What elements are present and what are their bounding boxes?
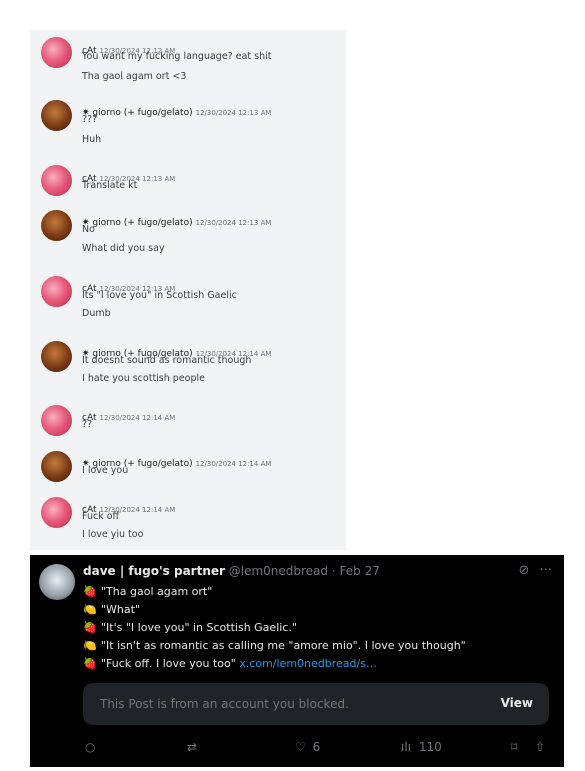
like-count: 6 (312, 740, 321, 754)
message-text: Fuck off (82, 511, 120, 522)
avatar[interactable] (41, 37, 72, 68)
post-date[interactable]: Feb 27 (340, 564, 380, 578)
blocked-notice-text: This Post is from an account you blocked… (100, 697, 349, 711)
avatar[interactable] (41, 405, 72, 436)
tweet-text-line: 🍓 "Fuck off. I love you too" x.com/lem0ne… (83, 657, 377, 670)
avatar[interactable] (41, 276, 72, 307)
message-text: ?? (82, 419, 93, 430)
avatar[interactable] (41, 341, 72, 372)
bookmark-icon[interactable]: ⌑ (511, 740, 517, 754)
display-name[interactable]: dave | fugo's partner (83, 564, 225, 578)
discord-chat-panel: cAt 12/30/2024 12:12 AM You want my fucki… (30, 30, 346, 550)
separator: · (331, 564, 336, 578)
message-text: I love yiu too (82, 529, 144, 540)
message-text: Translate kt (82, 180, 138, 191)
message-text: You want my fucking language? eat shit (82, 51, 272, 62)
handle[interactable]: @lem0nedbread (229, 564, 328, 578)
strawberry-icon: 🍓 (83, 621, 97, 634)
view-count: 110 (418, 740, 442, 754)
message-text: It doesnt sound as romantic though (82, 355, 252, 366)
avatar[interactable] (41, 451, 72, 482)
message-text: I hate you scottish people (82, 373, 205, 384)
repost-icon[interactable]: ⇄ (187, 740, 197, 754)
message-text: I love you (82, 465, 129, 476)
more-icon[interactable]: ··· (540, 563, 552, 578)
lemon-icon: 🍋 (83, 603, 97, 616)
message-text: Huh (82, 134, 102, 145)
views-button[interactable]: ılı 110 (401, 740, 442, 754)
blocked-post-notice: This Post is from an account you blocked… (83, 683, 549, 725)
timestamp: 12/30/2024 12:14 AM (99, 414, 176, 422)
strawberry-icon: 🍓 (83, 657, 97, 670)
message-text: ??? (82, 114, 98, 125)
timestamp: 12/30/2024 12:14 AM (195, 460, 272, 468)
line-text: "Fuck off. I love you too" (101, 657, 240, 670)
avatar[interactable] (41, 100, 72, 131)
post-link[interactable]: x.com/lem0nedbread/s… (239, 657, 377, 670)
line-text: "It isn't as romantic as calling me "amo… (101, 639, 466, 652)
tweet-text-line: 🍋 "It isn't as romantic as calling me "am… (83, 639, 466, 652)
line-text: "What" (101, 603, 141, 616)
reply-icon[interactable]: ○ (85, 740, 95, 754)
message-text: No (82, 224, 95, 235)
avatar[interactable] (41, 497, 72, 528)
tweet-text-line: 🍓 "It's "I love you" in Scottish Gaelic." (83, 621, 297, 634)
share-icon[interactable]: ⇧ (535, 740, 545, 754)
message-text: Tha gaol agam ort <3 (82, 71, 187, 82)
like-button[interactable]: ♡ 6 (295, 740, 320, 754)
views-icon: ılı (401, 740, 412, 754)
grok-icon[interactable]: ⊘ (519, 563, 530, 578)
lemon-icon: 🍋 (83, 639, 97, 652)
avatar[interactable] (41, 210, 72, 241)
line-text: "It's "I love you" in Scottish Gaelic." (101, 621, 297, 634)
author-name[interactable]: ✷ giorno (+ fugo/gelato) (82, 218, 193, 228)
heart-icon: ♡ (295, 740, 306, 754)
avatar[interactable] (41, 165, 72, 196)
tweet-actions: ○ ⇄ ♡ 6 ılı 110 ⌑ ⇧ (83, 740, 549, 758)
avatar[interactable] (39, 564, 75, 600)
tweet-header-actions: ⊘ ··· (519, 563, 552, 578)
view-button[interactable]: View (501, 696, 533, 710)
message-text: What did you say (82, 243, 165, 254)
tweet-card[interactable]: dave | fugo's partner @lem0nedbread · Fe… (30, 555, 564, 767)
tweet-text-line: 🍓 "Tha gaol agam ort" (83, 585, 212, 598)
tweet-header: dave | fugo's partner @lem0nedbread · Fe… (83, 564, 380, 578)
strawberry-icon: 🍓 (83, 585, 97, 598)
author-name[interactable]: ✷ giorno (+ fugo/gelato) (82, 108, 193, 118)
timestamp: 12/30/2024 12:13 AM (195, 219, 272, 227)
message-text: Dumb (82, 308, 111, 319)
timestamp: 12/30/2024 12:13 AM (195, 109, 272, 117)
message-text: Its "I love you" in Scottish Gaelic (82, 290, 237, 301)
line-text: "Tha gaol agam ort" (101, 585, 213, 598)
tweet-text-line: 🍋 "What" (83, 603, 140, 616)
